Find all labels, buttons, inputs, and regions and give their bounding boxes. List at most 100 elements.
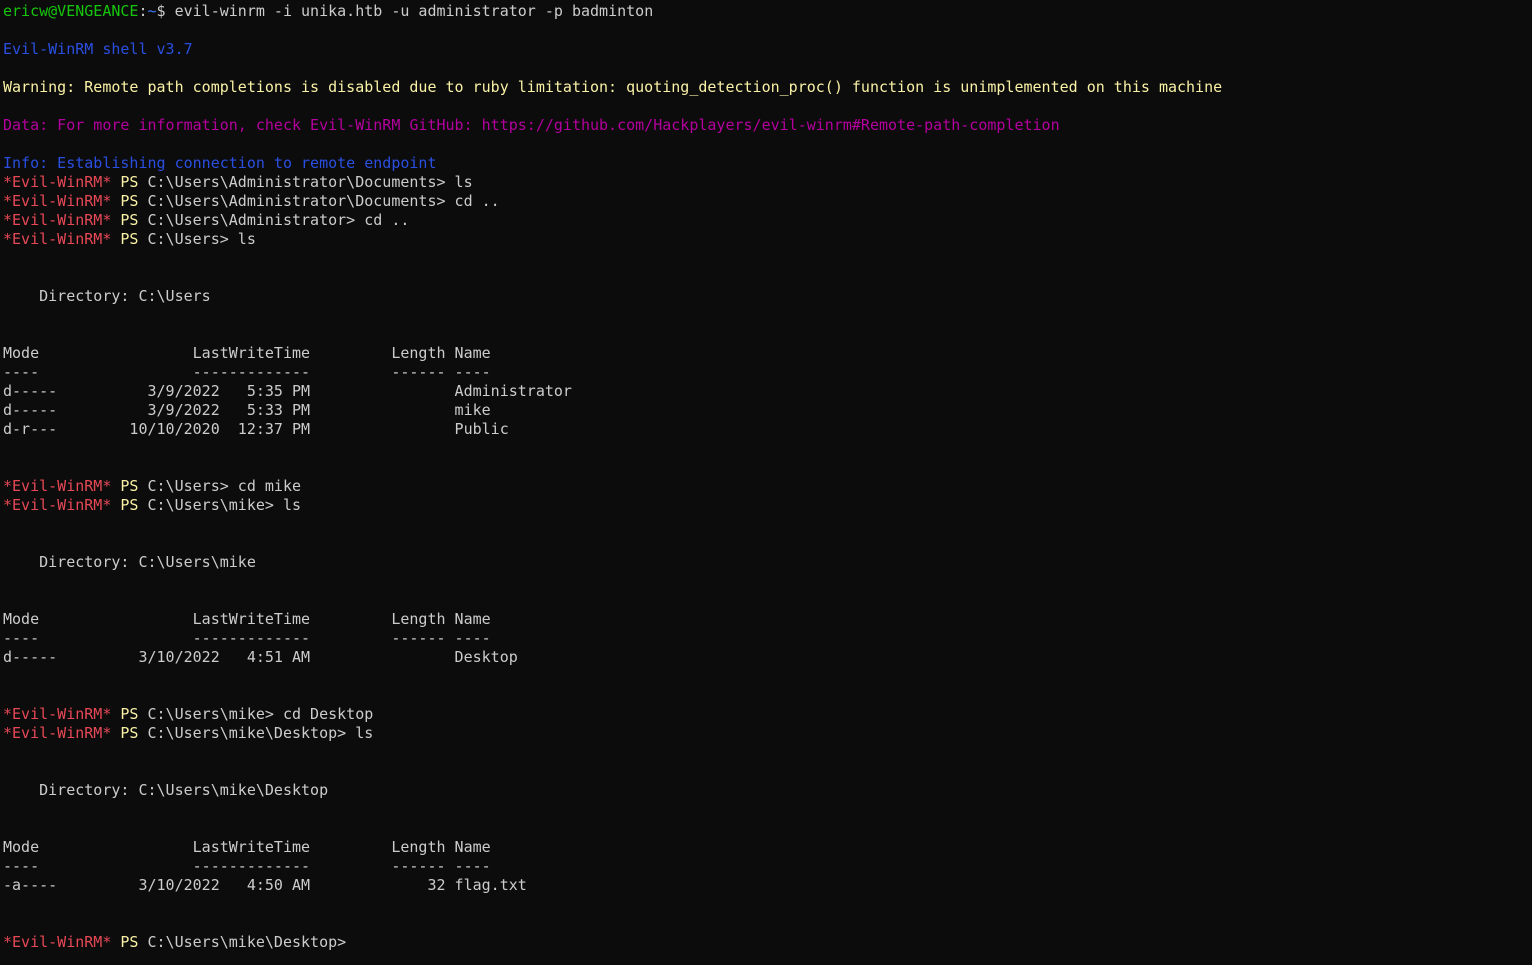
terminal-line: Mode LastWriteTime Length Name — [3, 838, 1529, 857]
terminal-output[interactable]: ericw@VENGEANCE:~$ evil-winrm -i unika.h… — [3, 2, 1529, 963]
terminal-text-segment: PS — [111, 173, 148, 191]
terminal-text-segment: PS — [111, 211, 148, 229]
terminal-text-segment: $ evil-winrm -i unika.htb -u administrat… — [156, 2, 654, 20]
terminal-text-segment: *Evil-WinRM* — [3, 192, 112, 210]
terminal-line: d----- 3/10/2022 4:51 AM Desktop — [3, 648, 1529, 667]
terminal-line: Directory: C:\Users — [3, 287, 1529, 306]
terminal-line: d----- 3/9/2022 5:35 PM Administrator — [3, 382, 1529, 401]
terminal-line: d----- 3/9/2022 5:33 PM mike — [3, 401, 1529, 420]
terminal-line: *Evil-WinRM* PS C:\Users> ls — [3, 230, 1529, 249]
terminal-line: Mode LastWriteTime Length Name — [3, 344, 1529, 363]
terminal-text-segment: PS — [111, 192, 148, 210]
terminal-text-segment: C:\Users\mike\Desktop> — [147, 933, 347, 951]
terminal-text-segment: C:\Users> cd mike — [147, 477, 302, 495]
terminal-text-segment: *Evil-WinRM* — [3, 230, 112, 248]
terminal-text-segment: PS — [111, 933, 148, 951]
terminal-line: ericw@VENGEANCE:~$ evil-winrm -i unika.h… — [3, 2, 1529, 21]
terminal-line: *Evil-WinRM* PS C:\Users\mike> ls — [3, 496, 1529, 515]
terminal-line: Directory: C:\Users\mike — [3, 553, 1529, 572]
terminal-line: -a---- 3/10/2022 4:50 AM 32 flag.txt — [3, 876, 1529, 895]
terminal-text-segment: PS — [111, 477, 148, 495]
terminal-text-segment: PS — [111, 705, 148, 723]
terminal-line: ---- ------------- ------ ---- — [3, 363, 1529, 382]
terminal-text-segment: d----- 3/9/2022 5:33 PM mike — [3, 401, 491, 419]
terminal-text-segment: Mode LastWriteTime Length Name — [3, 610, 491, 628]
terminal-text-segment: C:\Users\Administrator\Documents> ls — [147, 173, 473, 191]
terminal-text-segment: C:\Users\mike\Desktop> ls — [147, 724, 374, 742]
terminal-text-segment: *Evil-WinRM* — [3, 705, 112, 723]
terminal-text-segment: C:\Users\Administrator\Documents> cd .. — [147, 192, 500, 210]
terminal-text-segment: ericw@VENGEANCE — [3, 2, 139, 20]
terminal-line: ---- ------------- ------ ---- — [3, 857, 1529, 876]
terminal-text-segment: C:\Users\mike> cd Desktop — [147, 705, 374, 723]
terminal-line: Data: For more information, check Evil-W… — [3, 116, 1529, 135]
terminal-line: ---- ------------- ------ ---- — [3, 629, 1529, 648]
terminal-text-segment: ~ — [147, 2, 157, 20]
terminal-text-segment: Evil-WinRM shell v3.7 — [3, 40, 193, 58]
terminal-text-segment: *Evil-WinRM* — [3, 724, 112, 742]
terminal-text-segment: ---- ------------- ------ ---- — [3, 629, 491, 647]
terminal-text-segment: *Evil-WinRM* — [3, 477, 112, 495]
terminal-line: *Evil-WinRM* PS C:\Users\Administrator\D… — [3, 192, 1529, 211]
terminal-text-segment: C:\Users\Administrator> cd .. — [147, 211, 410, 229]
terminal-text-segment: Warning: Remote path completions is disa… — [3, 78, 1223, 96]
terminal-text-segment: : — [138, 2, 148, 20]
terminal-line: *Evil-WinRM* PS C:\Users> cd mike — [3, 477, 1529, 496]
terminal-text-segment: PS — [111, 496, 148, 514]
terminal-text-segment: *Evil-WinRM* — [3, 933, 112, 951]
terminal-line: *Evil-WinRM* PS C:\Users\Administrator\D… — [3, 173, 1529, 192]
terminal-text-segment: d----- 3/10/2022 4:51 AM Desktop — [3, 648, 518, 666]
terminal-text-segment: Info: Establishing connection to remote … — [3, 154, 437, 172]
terminal-text-segment: Directory: C:\Users\mike\Desktop — [3, 781, 329, 799]
terminal-text-segment: d----- 3/9/2022 5:35 PM Administrator — [3, 382, 572, 400]
terminal-line: Info: Establishing connection to remote … — [3, 154, 1529, 173]
terminal-text-segment: d-r--- 10/10/2020 12:37 PM Public — [3, 420, 509, 438]
terminal-text-segment: *Evil-WinRM* — [3, 211, 112, 229]
terminal-line: Mode LastWriteTime Length Name — [3, 610, 1529, 629]
terminal-text-segment: Mode LastWriteTime Length Name — [3, 344, 491, 362]
terminal-text-segment: Mode LastWriteTime Length Name — [3, 838, 491, 856]
terminal-text-segment: PS — [111, 230, 148, 248]
terminal-line: Directory: C:\Users\mike\Desktop — [3, 781, 1529, 800]
terminal-text-segment: Data: For more information, check Evil-W… — [3, 116, 1060, 134]
terminal-text-segment: Directory: C:\Users\mike — [3, 553, 256, 571]
terminal-text-segment: C:\Users\mike> ls — [147, 496, 302, 514]
terminal-line: *Evil-WinRM* PS C:\Users\mike> cd Deskto… — [3, 705, 1529, 724]
terminal-line: *Evil-WinRM* PS C:\Users\mike\Desktop> — [3, 933, 1529, 952]
terminal-text-segment: -a---- 3/10/2022 4:50 AM 32 flag.txt — [3, 876, 527, 894]
terminal-line: *Evil-WinRM* PS C:\Users\Administrator> … — [3, 211, 1529, 230]
terminal-text-segment: C:\Users> ls — [147, 230, 256, 248]
terminal-text-segment: ---- ------------- ------ ---- — [3, 363, 491, 381]
terminal-line: Warning: Remote path completions is disa… — [3, 78, 1529, 97]
terminal-line: Evil-WinRM shell v3.7 — [3, 40, 1529, 59]
terminal-line: *Evil-WinRM* PS C:\Users\mike\Desktop> l… — [3, 724, 1529, 743]
terminal-text-segment: ---- ------------- ------ ---- — [3, 857, 491, 875]
terminal-line: d-r--- 10/10/2020 12:37 PM Public — [3, 420, 1529, 439]
terminal-text-segment: *Evil-WinRM* — [3, 173, 112, 191]
terminal-text-segment: Directory: C:\Users — [3, 287, 211, 305]
terminal-text-segment: PS — [111, 724, 148, 742]
terminal-text-segment: *Evil-WinRM* — [3, 496, 112, 514]
